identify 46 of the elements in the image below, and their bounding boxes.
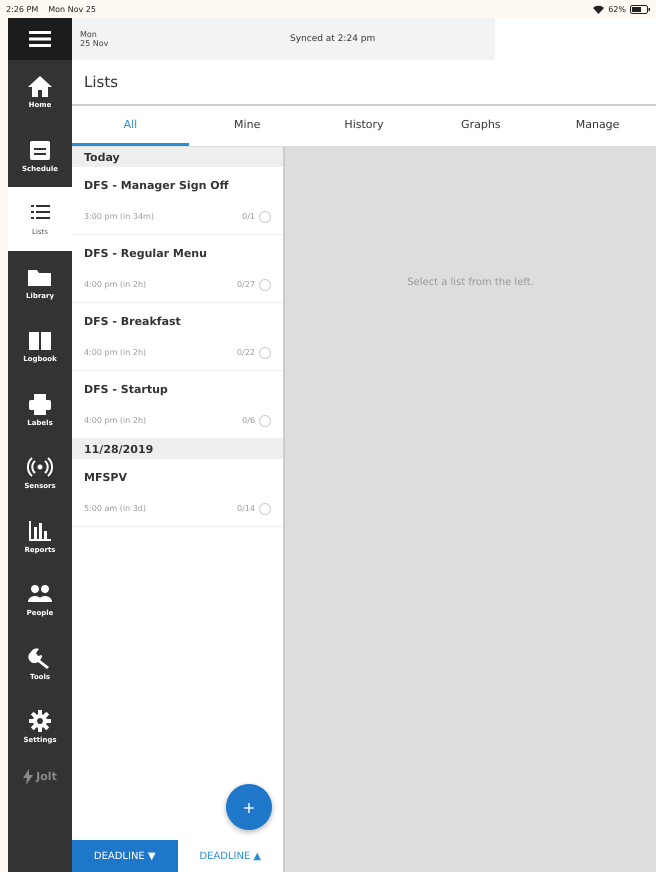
progress-count: 0/6 (242, 416, 255, 425)
due-time: 5:00 am (in 3d) (84, 504, 147, 513)
due-time: 3:00 pm (in 34m) (84, 212, 155, 221)
bar-chart-icon (27, 518, 53, 543)
wifi-icon (593, 4, 604, 14)
status-date: Mon Nov 25 (48, 4, 96, 14)
due-time: 4:00 pm (in 2h) (84, 416, 148, 425)
group-heading: 11/28/2019 (72, 439, 283, 459)
home-icon (27, 74, 53, 98)
progress-count: 0/14 (237, 504, 255, 513)
progress-count: 0/22 (237, 348, 255, 357)
progress-count: 0/27 (237, 280, 255, 289)
battery-icon (630, 4, 650, 14)
header-day: Mon (80, 30, 210, 39)
status-time: 2:26 PM (6, 4, 38, 14)
list-title: DFS - Startup (84, 382, 169, 396)
add-button[interactable]: + (226, 784, 272, 830)
sort-button[interactable]: DEADLINE ▼ (72, 840, 178, 872)
page-title: Lists (72, 60, 656, 106)
tab[interactable]: Graphs (422, 106, 540, 146)
tab[interactable]: History (306, 106, 422, 146)
list-title: DFS - Regular Menu (84, 246, 208, 260)
list-item[interactable]: MFSPV 5:00 am (in 3d) 0/14 (72, 459, 283, 527)
bolt-icon (23, 768, 34, 784)
header-date: 25 Nov (80, 39, 110, 48)
list-item[interactable]: DFS - Manager Sign Off 3:00 pm (in 34m) 0/1 (72, 167, 283, 235)
due-time: 4:00 pm (in 2h) (84, 348, 148, 357)
list-title: DFS - Breakfast (84, 314, 182, 328)
brand-name: Jolt (36, 770, 57, 783)
list-title: DFS - Manager Sign Off (84, 178, 230, 192)
gear-icon (27, 709, 53, 734)
menu-icon (29, 30, 51, 48)
list-item[interactable]: DFS - Regular Menu 4:00 pm (in 2h) 0/27 (72, 235, 283, 303)
group-heading: Today (72, 147, 283, 167)
menu-button[interactable] (8, 18, 72, 60)
progress-count: 0/1 (242, 212, 255, 221)
due-time: 4:00 pm (in 2h) (84, 280, 148, 289)
list-item[interactable]: DFS - Breakfast 4:00 pm (in 2h) 0/22 (72, 303, 283, 371)
printer-icon (27, 392, 53, 416)
battery-percent: 62% (608, 4, 626, 14)
tab[interactable]: Mine (188, 106, 306, 146)
empty-message: Select a list from the left. (407, 277, 534, 290)
tab[interactable]: Manage (539, 106, 656, 146)
list-title: MFSPV (84, 470, 128, 484)
signal-icon (27, 455, 53, 480)
sync-status: Synced at 2:24 pm (290, 34, 376, 44)
